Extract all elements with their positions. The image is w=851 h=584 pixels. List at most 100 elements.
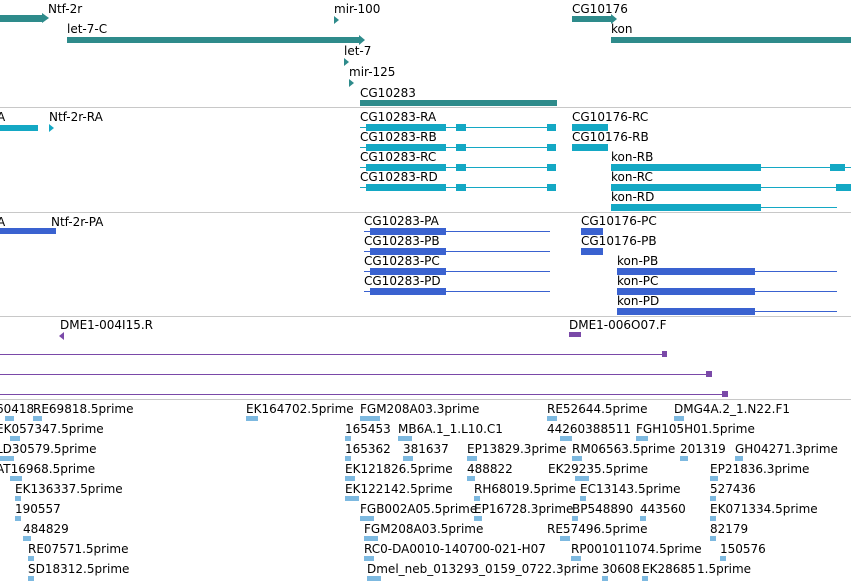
est-label[interactable]: Dmel_neb_013293_0159_0722.3prime — [367, 562, 599, 576]
est-label[interactable]: FGH105H01.5prime — [636, 422, 755, 436]
cdna-label[interactable]: DME1-006O07.F — [569, 318, 666, 332]
est-feature[interactable] — [710, 516, 716, 521]
gene-label[interactable]: Ntf-2r — [48, 2, 82, 16]
protein-label[interactable]: A — [0, 215, 5, 229]
est-feature[interactable] — [636, 436, 648, 441]
est-feature[interactable] — [360, 516, 374, 521]
est-feature[interactable] — [674, 416, 684, 421]
protein-label[interactable]: kon-PD — [617, 294, 659, 308]
gene-label[interactable]: kon — [611, 22, 632, 36]
transcript-label[interactable]: CG10283-RC — [360, 150, 436, 164]
est-feature[interactable] — [367, 576, 381, 581]
est-label[interactable]: RE69818.5prime — [33, 402, 134, 416]
transcript-exon[interactable] — [456, 164, 466, 171]
est-feature[interactable] — [680, 456, 688, 461]
transcript-label[interactable]: Ntf-2r-RA — [49, 110, 103, 124]
gene-label[interactable]: let-7 — [344, 44, 371, 58]
est-label[interactable]: BP548890 — [572, 502, 633, 516]
protein-label[interactable]: CG10283-PA — [364, 214, 439, 228]
transcript-exon[interactable] — [836, 184, 851, 191]
gene-mir-100-arrow-icon[interactable] — [334, 16, 339, 24]
est-label[interactable]: 190557 — [15, 502, 61, 516]
est-feature[interactable] — [0, 456, 14, 461]
est-feature[interactable] — [23, 536, 31, 541]
est-label[interactable]: 381637 — [403, 442, 449, 456]
est-feature[interactable] — [720, 556, 726, 561]
est-feature[interactable] — [602, 576, 608, 581]
est-label[interactable]: SD18312.5prime — [28, 562, 129, 576]
est-label[interactable]: 165362 — [345, 442, 391, 456]
est-feature[interactable] — [572, 516, 578, 521]
est-label[interactable]: LD30579.5prime — [0, 442, 97, 456]
est-feature[interactable] — [345, 476, 355, 481]
est-feature[interactable] — [246, 416, 258, 421]
est-label[interactable]: EC13143.5prime — [580, 482, 681, 496]
transcript-label[interactable]: CG10176-RB — [572, 130, 649, 144]
protein-label[interactable]: CG10283-PC — [364, 254, 440, 268]
est-label[interactable]: RH68019.5prime — [474, 482, 576, 496]
est-feature[interactable] — [345, 456, 351, 461]
est-label[interactable]: RE52644.5prime — [547, 402, 648, 416]
est-feature[interactable] — [467, 456, 477, 461]
est-feature[interactable] — [10, 436, 20, 441]
transcript-label[interactable]: CG10283-RB — [360, 130, 437, 144]
gene-label[interactable]: CG10283 — [360, 86, 416, 100]
transcript-exon[interactable] — [572, 144, 608, 151]
est-label[interactable]: EK057347.5prime — [0, 422, 104, 436]
est-feature[interactable] — [360, 416, 380, 421]
est-label[interactable]: EK122142.5prime — [345, 482, 453, 496]
est-feature[interactable] — [10, 476, 22, 481]
est-feature[interactable] — [28, 576, 34, 581]
est-label[interactable]: DMG4A.2_1.N22.F1 — [674, 402, 790, 416]
transcript-exon[interactable] — [456, 144, 466, 151]
est-label[interactable]: EP21836.3prime — [710, 462, 809, 476]
transcript-label[interactable]: kon-RD — [611, 190, 654, 204]
transcript-label[interactable]: kon-RC — [611, 170, 653, 184]
est-label[interactable]: EP13829.3prime — [467, 442, 566, 456]
est-feature[interactable] — [474, 516, 482, 521]
est-feature[interactable] — [710, 476, 718, 481]
protein-exon[interactable] — [370, 288, 446, 295]
est-feature[interactable] — [345, 496, 359, 501]
transcript-exon[interactable] — [547, 144, 556, 151]
gene-cg10176-bar[interactable] — [572, 16, 611, 22]
cdna-label[interactable]: DME1-004I15.R — [60, 318, 153, 332]
est-label[interactable]: MB6A.1_1.L10.C1 — [398, 422, 503, 436]
est-label[interactable]: RC0-DA0010-140700-021-H07 — [364, 542, 546, 556]
gene-cg10283-bar[interactable] — [360, 100, 557, 106]
est-feature[interactable] — [364, 536, 378, 541]
gene-label[interactable]: CG10176 — [572, 2, 628, 16]
protein-exon[interactable] — [581, 248, 603, 255]
est-label[interactable]: 30608 — [602, 562, 640, 576]
est-feature[interactable] — [5, 416, 14, 421]
est-label[interactable]: EK136337.5prime — [15, 482, 123, 496]
est-label[interactable]: EK121826.5prime — [345, 462, 453, 476]
transcript-exon[interactable] — [547, 124, 556, 131]
est-label[interactable]: 484829 — [23, 522, 69, 536]
cdna-alignment-line[interactable] — [0, 354, 662, 355]
est-feature[interactable] — [642, 576, 648, 581]
protein-structure[interactable] — [0, 228, 56, 234]
est-label[interactable]: RP001011074.5prime — [571, 542, 702, 556]
transcript-exon[interactable] — [456, 124, 466, 131]
est-label[interactable]: RE57496.5prime — [547, 522, 648, 536]
transcript-structure[interactable] — [0, 125, 38, 131]
transcript-label[interactable]: CG10283-RD — [360, 170, 438, 184]
est-feature[interactable] — [474, 496, 480, 501]
transcript-exon[interactable] — [547, 184, 556, 191]
est-feature[interactable] — [560, 536, 570, 541]
est-label[interactable]: AT16968.5prime — [0, 462, 95, 476]
est-label[interactable]: 488822 — [467, 462, 513, 476]
est-label[interactable]: EK29235.5prime — [548, 462, 648, 476]
est-feature[interactable] — [571, 556, 581, 561]
cdna-alignment-line[interactable] — [0, 374, 706, 375]
est-label[interactable]: EK28685 — [642, 562, 696, 576]
est-label[interactable]: EK071334.5prime — [710, 502, 818, 516]
protein-exon[interactable] — [617, 308, 755, 315]
est-label[interactable]: 60418 — [0, 402, 34, 416]
est-feature[interactable] — [735, 456, 743, 461]
est-feature[interactable] — [28, 556, 34, 561]
est-label[interactable]: FGM208A03.5prime — [364, 522, 483, 536]
est-feature[interactable] — [560, 436, 572, 441]
est-feature[interactable] — [403, 456, 413, 461]
